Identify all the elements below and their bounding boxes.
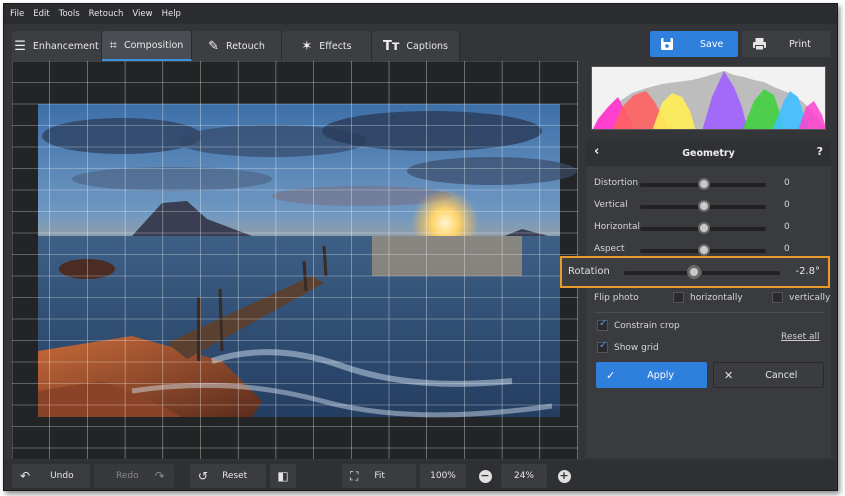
check-icon: ✓ [606,368,616,382]
menu-edit[interactable]: Edit [33,9,49,19]
save-button[interactable]: Save [650,31,738,57]
reset-icon: ↺ [198,469,209,483]
menu-retouch[interactable]: Retouch [89,9,124,19]
menu-bar: File Edit Tools Retouch View Help [4,4,837,24]
vertical-thumb[interactable] [698,200,710,212]
fit-label: Fit [374,471,385,481]
tab-label: Captions [406,40,449,52]
aspect-thumb[interactable] [698,244,710,256]
brush-icon: ✎ [208,38,220,54]
redo-label: Redo [116,471,139,481]
menu-file[interactable]: File [10,9,24,19]
constrain-crop-checkbox[interactable] [597,318,608,331]
floppy-disk-icon [661,38,673,50]
show-grid-checkbox[interactable] [597,340,608,353]
tab-captions[interactable]: Tт Captions [372,31,460,61]
tab-composition[interactable]: ⌗ Composition [102,31,192,61]
zoom-out-icon: − [478,468,492,483]
zoom-value: 24% [501,464,547,488]
undo-icon: ↶ [20,469,31,483]
print-button[interactable]: Print [742,31,830,57]
tab-retouch[interactable]: ✎ Retouch [192,31,282,61]
redo-button[interactable]: Redo ↷ [94,464,174,488]
crop-icon: ⌗ [109,37,117,53]
compare-button[interactable]: ◧ [270,464,296,488]
apply-label: Apply [647,369,675,381]
landscape-photo [38,104,577,418]
rotation-slider-row: Rotation -2.8° [560,256,830,288]
rotation-label: Rotation [568,266,610,277]
reset-all-link[interactable]: Reset all [781,332,820,342]
zoom-in-icon: + [557,468,571,483]
flip-horizontal-label: horizontally [690,293,743,303]
tab-enhancement[interactable]: ☰ Enhancement [12,31,102,61]
distortion-label: Distortion [594,178,639,188]
horizontal-slider-row: Horizontal 0 [586,218,831,238]
rotation-track[interactable] [624,271,780,275]
flip-vertical-label: vertically [789,293,831,303]
undo-button[interactable]: ↶ Undo [12,464,90,488]
vertical-value: 0 [784,200,790,210]
save-label: Save [700,38,724,50]
constrain-crop-label: Constrain crop [614,321,680,331]
undo-label: Undo [50,471,74,481]
cancel-label: Cancel [765,369,798,381]
reset-button[interactable]: ↺ Reset [190,464,266,488]
sliders-icon: ☰ [14,38,26,54]
compare-icon: ◧ [277,469,289,483]
zoom-value-label: 24% [513,471,534,481]
printer-icon [753,38,766,51]
aspect-value: 0 [784,244,790,254]
menu-view[interactable]: View [132,9,152,19]
rotation-value: -2.8° [795,266,820,277]
vertical-slider-row: Vertical 0 [586,196,831,216]
flip-horizontal-checkbox[interactable] [673,292,684,303]
horizontal-value: 0 [784,222,790,232]
redo-icon: ↷ [154,469,165,483]
tab-effects[interactable]: ✶ Effects [282,31,372,61]
zoom-100-button[interactable]: 100% [420,464,466,488]
divider [594,312,824,313]
histogram [591,66,826,130]
tab-label: Retouch [226,40,265,52]
cancel-button[interactable]: ✕ Cancel [713,362,824,388]
rotation-thumb[interactable] [687,265,702,279]
zoom-out-button[interactable]: − [474,464,496,488]
horizontal-label: Horizontal [594,222,640,232]
back-arrow-icon[interactable]: ‹ [594,144,599,159]
show-grid-label: Show grid [614,343,659,353]
print-label: Print [789,38,811,50]
menu-help[interactable]: Help [162,9,181,19]
bottom-toolbar: ↶ Undo Redo ↷ ↺ Reset ◧ ⛶ Fit 100% − 24%… [4,460,837,490]
panel-header: ‹ Geometry ? [586,140,831,166]
distortion-value: 0 [784,178,790,188]
geometry-panel: ‹ Geometry ? Distortion 0 Vertical 0 Hor… [586,140,831,458]
fit-button[interactable]: ⛶ Fit [342,464,416,488]
distortion-slider-row: Distortion 0 [586,174,831,194]
magic-wand-icon: ✶ [301,38,313,54]
help-icon[interactable]: ? [817,145,823,158]
vertical-label: Vertical [594,200,628,210]
photo-view [12,61,578,459]
tab-label: Effects [319,40,352,52]
tab-label: Enhancement [32,40,99,52]
distortion-thumb[interactable] [698,178,710,190]
zoom-in-button[interactable]: + [553,464,575,488]
tab-label: Composition [123,39,184,51]
photo-canvas[interactable] [12,61,578,459]
horizontal-thumb[interactable] [698,222,710,234]
menu-tools[interactable]: Tools [59,9,80,19]
flip-photo-label: Flip photo [594,293,639,303]
panel-title: Geometry [682,147,735,159]
close-icon: ✕ [724,368,734,382]
apply-button[interactable]: ✓ Apply [596,362,707,388]
app-window: File Edit Tools Retouch View Help ☰ Enha… [3,3,838,491]
tool-tabs: ☰ Enhancement ⌗ Composition ✎ Retouch ✶ … [12,31,460,61]
flip-vertical-checkbox[interactable] [772,292,783,303]
aspect-label: Aspect [594,244,625,254]
text-icon: Tт [382,38,400,54]
reset-label: Reset [222,471,248,481]
zoom-100-label: 100% [430,471,456,481]
fit-icon: ⛶ [350,468,359,483]
